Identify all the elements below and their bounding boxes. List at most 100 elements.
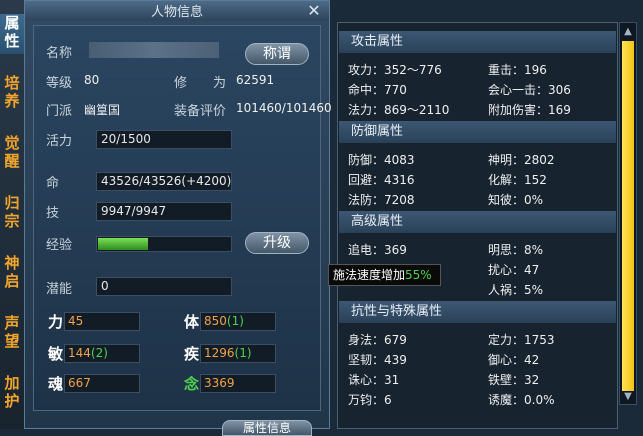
vitality-value: 20/1500 xyxy=(96,130,232,149)
stat-mind-value: 3369 xyxy=(200,374,276,393)
tab-blessing[interactable]: 加护 xyxy=(0,374,24,414)
attr-row: 人祸：5% xyxy=(488,283,544,297)
tab-label: 声望 xyxy=(4,314,20,350)
attr-row: 明思：8% xyxy=(488,243,544,257)
tab-return[interactable]: 归宗 xyxy=(0,194,24,234)
name-label: 名称 xyxy=(46,46,73,61)
stat-base: 3369 xyxy=(204,376,235,390)
stat-bonus: (1) xyxy=(226,314,244,328)
character-info-window: 人物信息 ✕ 名称 称谓 等级 80 修 为 62591 门派 幽篁国 装备评价… xyxy=(24,0,332,436)
character-panel: 名称 称谓 等级 80 修 为 62591 门派 幽篁国 装备评价 101460… xyxy=(33,25,332,411)
attr-row: 身法：679 xyxy=(348,333,407,347)
stat-mind-label: 念 xyxy=(184,375,200,393)
level-value: 80 xyxy=(84,73,100,87)
attr-row: 坚韧：439 xyxy=(348,353,407,367)
section-attack-header: 攻击属性 xyxy=(339,31,616,53)
life-value: 43526/43526(+4200) xyxy=(96,172,232,191)
faction-value: 幽篁国 xyxy=(84,103,121,117)
stat-strength-value: 45 xyxy=(64,312,140,331)
stat-strength-label: 力 xyxy=(48,313,64,331)
stat-bonus: (1) xyxy=(234,346,252,360)
stat-base: 45 xyxy=(68,314,84,328)
attr-row: 扰心：47 xyxy=(488,263,540,277)
skill-value: 9947/9947 xyxy=(96,202,232,221)
attribute-info-button[interactable]: 属性信息 xyxy=(222,420,312,436)
exp-label: 经验 xyxy=(46,238,73,253)
attribute-list-panel: 攻击属性 攻力：352～776 重击：196 命中：770 会心一击：306 法… xyxy=(337,22,618,429)
vitality-label: 活力 xyxy=(46,134,73,149)
stat-base: 667 xyxy=(68,376,91,390)
attr-row: 追电：369 xyxy=(348,243,407,257)
attr-row: 法防：7208 xyxy=(348,193,415,207)
window-title: 人物信息 xyxy=(150,5,203,20)
attr-row: 诱魔：0.0% xyxy=(488,393,555,407)
scroll-up-icon[interactable]: ▲ xyxy=(622,25,634,39)
tab-training[interactable]: 培养 xyxy=(0,74,24,114)
attr-row: 知彼：0% xyxy=(488,193,544,207)
attribute-scrollbar[interactable]: ▲ ▼ xyxy=(619,22,637,405)
tab-label: 加护 xyxy=(4,374,20,410)
name-value-blurred xyxy=(89,42,219,58)
tab-awaken[interactable]: 觉醒 xyxy=(0,134,24,174)
attr-row: 攻力：352～776 xyxy=(348,63,442,77)
tab-revelation[interactable]: 神启 xyxy=(0,254,24,294)
attr-row: 诛心：31 xyxy=(348,373,400,387)
tab-label: 培养 xyxy=(4,74,20,110)
attr-row: 万钧：6 xyxy=(348,393,392,407)
tab-label: 归宗 xyxy=(4,194,20,230)
tab-label: 神启 xyxy=(4,254,20,290)
stat-speed-value: 1296(1) xyxy=(200,344,276,363)
skill-label: 技 xyxy=(46,206,60,221)
tooltip: 施法速度增加55% xyxy=(328,264,441,286)
tab-label: 觉醒 xyxy=(4,134,20,170)
stat-body-label: 体 xyxy=(184,313,200,331)
life-label: 命 xyxy=(46,176,60,191)
attr-row: 铁壁：32 xyxy=(488,373,540,387)
cultivation-label: 修 为 xyxy=(174,76,227,91)
stat-speed-label: 疾 xyxy=(184,345,200,363)
potential-value: 0 xyxy=(96,277,232,296)
equip-rating-value: 101460/101460 xyxy=(236,101,332,115)
stat-base: 1296 xyxy=(204,346,235,360)
stat-body-value: 850(1) xyxy=(200,312,276,331)
stat-agility-label: 敏 xyxy=(48,345,64,363)
attr-row: 神明：2802 xyxy=(488,153,555,167)
section-resist-header: 抗性与特殊属性 xyxy=(339,301,616,323)
tooltip-value: 55% xyxy=(405,268,432,282)
tab-attributes[interactable]: 属性 xyxy=(0,14,24,54)
stat-bonus: (2) xyxy=(90,346,108,360)
attr-row: 法力：869～2110 xyxy=(348,103,450,117)
stat-soul-label: 魂 xyxy=(48,375,64,393)
tab-reputation[interactable]: 声望 xyxy=(0,314,24,354)
attr-row: 重击：196 xyxy=(488,63,547,77)
tab-label: 属性 xyxy=(4,14,20,50)
tooltip-text: 施法速度增加 xyxy=(333,268,406,282)
level-label: 等级 xyxy=(46,76,73,91)
title-bar: 人物信息 ✕ xyxy=(25,1,329,21)
potential-label: 潜能 xyxy=(46,282,73,297)
scroll-down-icon[interactable]: ▼ xyxy=(622,390,634,404)
attr-row: 防御：4083 xyxy=(348,153,415,167)
side-tab-bar: 属性 培养 觉醒 归宗 神启 声望 加护 xyxy=(0,0,25,429)
exp-bar xyxy=(96,236,232,252)
attr-row: 御心：42 xyxy=(488,353,540,367)
attr-row: 附加伤害：169 xyxy=(488,103,571,117)
stat-base: 850 xyxy=(204,314,227,328)
rename-button[interactable]: 称谓 xyxy=(245,43,309,65)
exp-bar-fill xyxy=(98,238,148,250)
attr-row: 化解：152 xyxy=(488,173,547,187)
section-defense-header: 防御属性 xyxy=(339,121,616,143)
stat-base: 144 xyxy=(68,346,91,360)
attr-row: 命中：770 xyxy=(348,83,407,97)
upgrade-button[interactable]: 升级 xyxy=(245,232,309,254)
attr-row: 回避：4316 xyxy=(348,173,415,187)
section-advanced-header: 高级属性 xyxy=(339,211,616,233)
faction-label: 门派 xyxy=(46,104,73,119)
stat-agility-value: 144(2) xyxy=(64,344,140,363)
close-icon[interactable]: ✕ xyxy=(305,2,323,20)
equip-rating-label: 装备评价 xyxy=(174,104,227,119)
stat-soul-value: 667 xyxy=(64,374,140,393)
scroll-thumb[interactable] xyxy=(622,41,634,391)
attr-row: 会心一击：306 xyxy=(488,83,571,97)
cultivation-value: 62591 xyxy=(236,73,275,87)
